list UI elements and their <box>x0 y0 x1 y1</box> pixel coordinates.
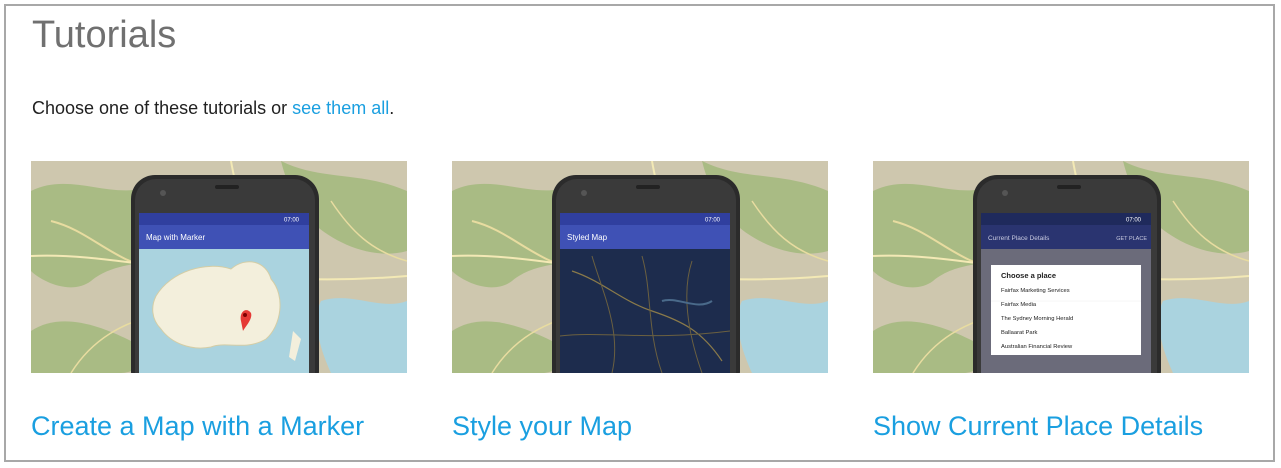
tutorial-link-current-place[interactable]: Show Current Place Details <box>873 411 1203 442</box>
tutorial-thumbnail-styled-map[interactable]: 07:00 Styled Map <box>452 161 828 373</box>
map-marker-icon: 07:00 Map with Marker <box>31 161 407 373</box>
place-option: The Sydney Morning Herald <box>1001 316 1073 322</box>
get-place-action: GET PLACE <box>1116 236 1147 242</box>
intro-end: . <box>389 98 395 118</box>
see-all-link[interactable]: see them all <box>292 98 389 118</box>
status-time: 07:00 <box>284 218 300 224</box>
tutorial-card[interactable]: 07:00 Current Place Details GET PLACE Ch… <box>873 161 1249 441</box>
tutorial-card[interactable]: 07:00 Styled Map Style your Map <box>452 161 828 441</box>
intro-label: Choose one of these tutorials or <box>32 98 293 118</box>
place-option: Ballaarat Park <box>1001 330 1038 336</box>
place-option: Australian Financial Review <box>1001 344 1073 350</box>
tutorial-link-map-with-marker[interactable]: Create a Map with a Marker <box>31 411 364 442</box>
place-option: Fairfax Marketing Services <box>1001 288 1070 294</box>
status-time: 07:00 <box>1126 218 1142 224</box>
intro-text: Choose one of these tutorials or see the… <box>32 98 394 119</box>
app-bar-title: Map with Marker <box>146 233 205 242</box>
tutorial-thumbnail-map-with-marker[interactable]: 07:00 Map with Marker <box>31 161 407 373</box>
tutorials-panel: Tutorials Choose one of these tutorials … <box>4 4 1275 462</box>
tutorial-card[interactable]: 07:00 Map with Marker Create a Map with … <box>31 161 407 441</box>
app-bar-title: Styled Map <box>567 233 608 242</box>
place-details-icon: 07:00 Current Place Details GET PLACE Ch… <box>873 161 1249 373</box>
dialog-title: Choose a place <box>1001 271 1056 280</box>
status-time: 07:00 <box>705 218 721 224</box>
tutorial-thumbnail-current-place[interactable]: 07:00 Current Place Details GET PLACE Ch… <box>873 161 1249 373</box>
page-title: Tutorials <box>32 14 177 56</box>
styled-map-icon: 07:00 Styled Map <box>452 161 828 373</box>
tutorial-link-styled-map[interactable]: Style your Map <box>452 411 632 442</box>
place-option: Fairfax Media <box>1001 302 1037 308</box>
app-bar-title: Current Place Details <box>988 235 1050 242</box>
